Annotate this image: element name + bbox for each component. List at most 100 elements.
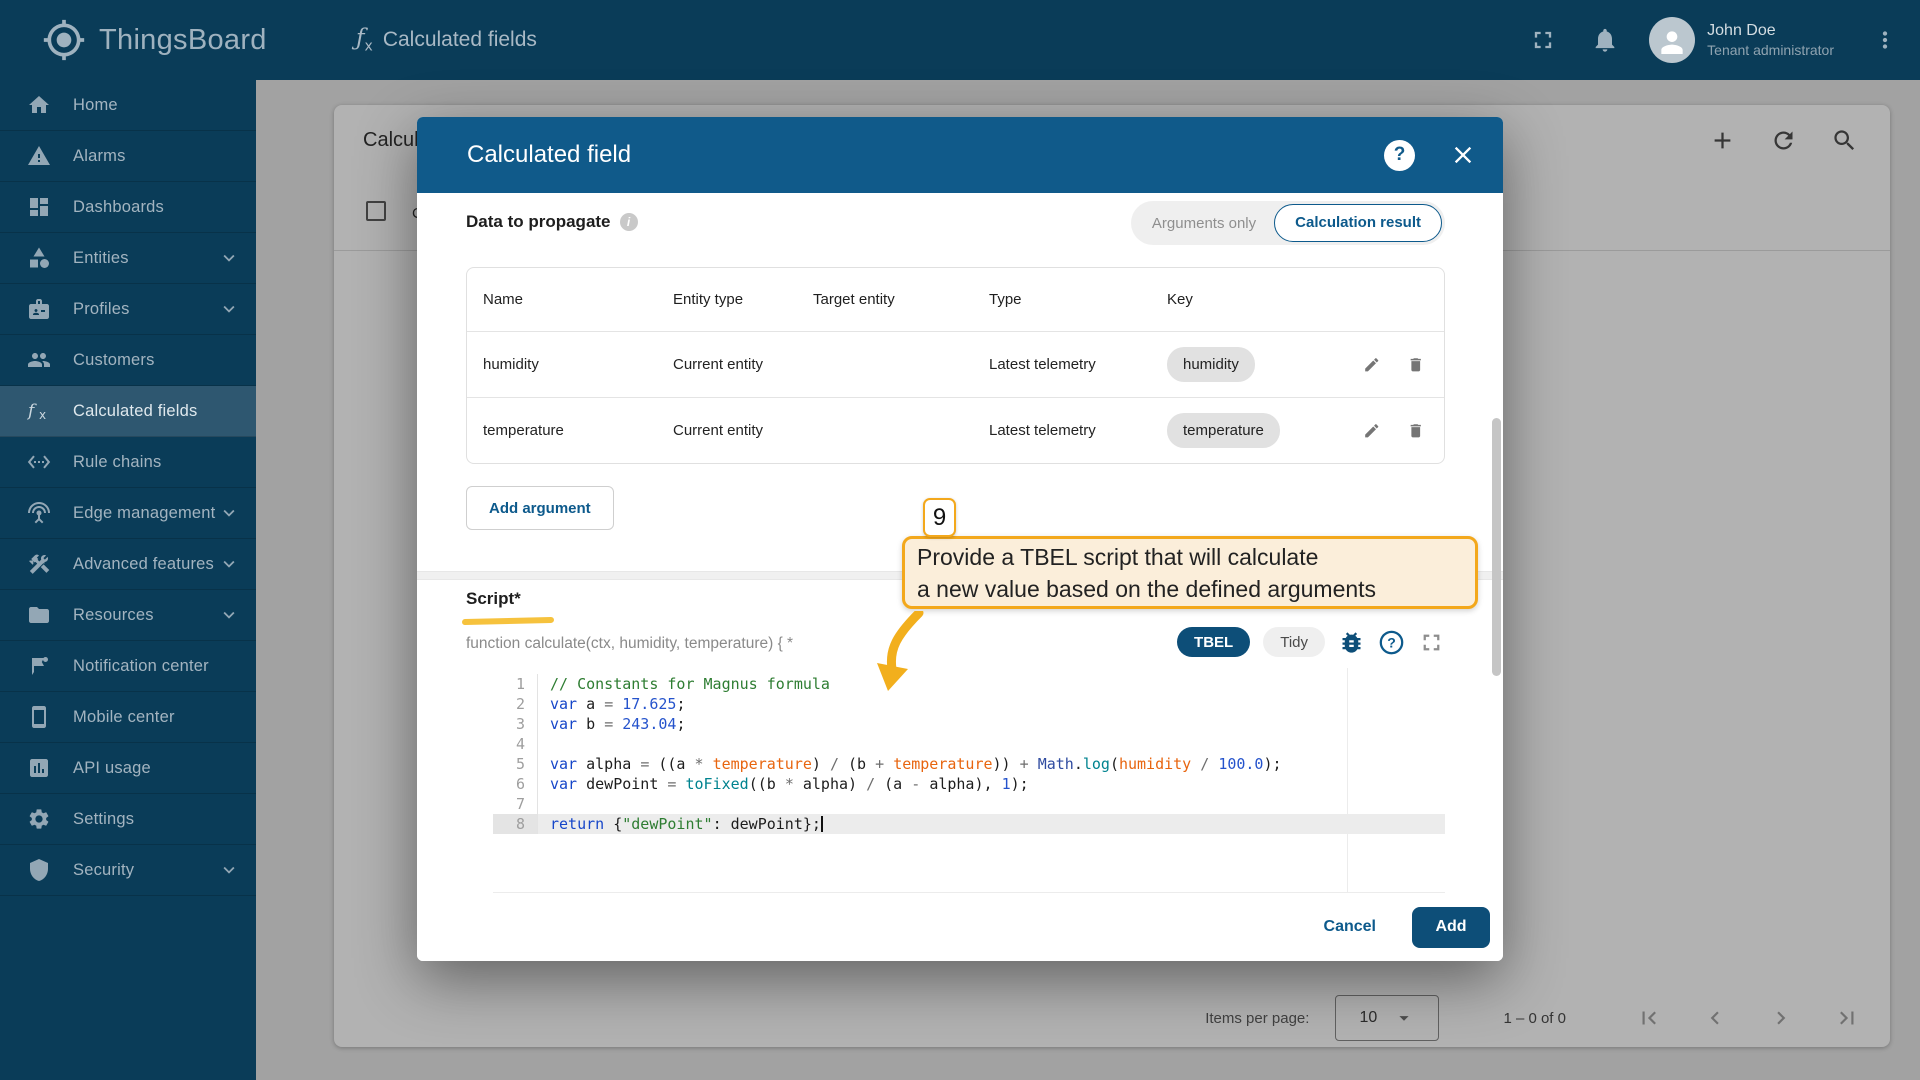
chevron-down-icon [218,859,240,881]
fx-icon: ƒx [356,25,373,55]
chevron-down-icon [218,502,240,524]
fx-icon: fx [27,399,51,423]
more-vert-icon[interactable] [1872,27,1898,53]
sidebar: Home Alarms Dashboards Entities Profiles Cust… [0,80,256,1080]
avatar[interactable] [1649,17,1695,63]
sidebar-item-profiles[interactable]: Profiles [0,284,256,335]
table-row: humidityCurrent entityLatest telemetryhu… [467,331,1444,397]
dashboards-icon [27,195,51,219]
argument-name: humidity [483,356,673,373]
sidebar-item-label: Mobile center [73,708,240,727]
svg-text:?: ? [1387,634,1396,650]
arguments-table-body: humidityCurrent entityLatest telemetryhu… [467,331,1444,463]
line-number: 1 [493,674,538,694]
sidebar-item-dashboards[interactable]: Dashboards [0,182,256,233]
sidebar-item-label: Profiles [73,300,218,319]
script-code-editor[interactable]: 1// Constants for Magnus formula2var a =… [493,668,1445,893]
sidebar-item-customers[interactable]: Customers [0,335,256,386]
chevron-down-icon [218,247,240,269]
customers-icon [27,348,51,372]
close-icon[interactable] [1449,141,1477,169]
add-argument-button[interactable]: Add argument [466,486,614,530]
sidebar-item-alarms[interactable]: Alarms [0,131,256,182]
sidebar-item-rule-chains[interactable]: Rule chains [0,437,256,488]
tutorial-arrow-icon [867,611,927,693]
delete-argument-button[interactable] [1407,422,1425,440]
argument-entity-type: Current entity [673,356,813,373]
line-number: 3 [493,714,538,734]
sidebar-item-label: Advanced features [73,555,218,574]
line-number: 5 [493,754,538,774]
fullscreen-icon[interactable] [1529,26,1557,54]
function-signature-hint: function calculate(ctx, humidity, temper… [466,635,793,653]
cancel-button[interactable]: Cancel [1310,910,1390,944]
sidebar-item-security[interactable]: Security [0,845,256,896]
debug-icon[interactable] [1338,629,1365,656]
script-label: Script* [466,589,521,609]
page-title: Calculated fields [383,28,537,52]
code-line: 6var dewPoint = toFixed((b * alpha) / (a… [493,774,1445,794]
thingsboard-logo-icon [42,18,86,62]
profiles-icon [27,297,51,321]
sidebar-item-home[interactable]: Home [0,80,256,131]
sidebar-item-label: Customers [73,351,240,370]
mobile-icon [27,705,51,729]
modal-scrollbar-thumb[interactable] [1492,418,1501,676]
code-line: 1// Constants for Magnus formula [493,674,1445,694]
sidebar-item-label: Settings [73,810,240,829]
toggle-arguments-only[interactable]: Arguments only [1134,215,1274,232]
tutorial-callout: Provide a TBEL script that will calculat… [902,536,1478,609]
sidebar-item-advanced-features[interactable]: Advanced features [0,539,256,590]
script-controls: TBEL Tidy ? [1177,627,1445,657]
arguments-table-header: Name Entity type Target entity Type Key [467,268,1444,331]
sidebar-item-api-usage[interactable]: API usage [0,743,256,794]
top-right-actions: John Doe Tenant administrator [1529,0,1920,80]
tutorial-step-badge: 9 [923,498,956,537]
screen: ThingsBoard ƒx Calculated fields John Do… [0,0,1920,1080]
rulechains-icon [27,450,51,474]
line-number: 6 [493,774,538,794]
sidebar-item-label: Edge management [73,504,218,523]
help-circle-icon[interactable]: ? [1378,629,1405,656]
dialog-help-button[interactable]: ? [1384,140,1415,171]
notifications-bell-icon[interactable] [1591,26,1619,54]
edit-argument-button[interactable] [1363,356,1381,374]
add-button[interactable]: Add [1412,907,1490,948]
user-block[interactable]: John Doe Tenant administrator [1707,20,1834,60]
thingsboard-logo[interactable]: ThingsBoard [42,0,267,80]
sidebar-item-calculated-fields[interactable]: fx Calculated fields [0,386,256,437]
sidebar-item-label: API usage [73,759,240,778]
tidy-button[interactable]: Tidy [1263,627,1325,657]
dialog-footer: Cancel Add [417,893,1503,961]
sidebar-item-resources[interactable]: Resources [0,590,256,641]
sidebar-item-settings[interactable]: Settings [0,794,256,845]
data-to-propagate-label: Data to propagate [466,212,611,232]
edit-argument-button[interactable] [1363,422,1381,440]
marker-underline [462,617,554,625]
breadcrumb: ƒx Calculated fields [356,0,537,80]
arguments-table: Name Entity type Target entity Type Key … [466,267,1445,464]
sidebar-item-label: Home [73,96,240,115]
sidebar-item-notification-center[interactable]: Notification center [0,641,256,692]
api-icon [27,756,51,780]
user-name: John Doe [1707,20,1834,42]
sidebar-item-label: Resources [73,606,218,625]
sidebar-item-label: Calculated fields [73,402,240,421]
sidebar-item-entities[interactable]: Entities [0,233,256,284]
key-chip: humidity [1167,347,1255,382]
argument-type: Latest telemetry [989,422,1167,439]
sidebar-item-mobile-center[interactable]: Mobile center [0,692,256,743]
line-number: 7 [493,794,538,814]
argument-entity-type: Current entity [673,422,813,439]
notification-icon [27,654,51,678]
sidebar-item-label: Dashboards [73,198,240,217]
toggle-calculation-result[interactable]: Calculation result [1274,204,1442,242]
code-line: 7 [493,794,1445,814]
sidebar-item-label: Notification center [73,657,240,676]
advanced-icon [27,552,51,576]
key-chip: temperature [1167,413,1280,448]
sidebar-item-edge-management[interactable]: Edge management [0,488,256,539]
expand-editor-icon[interactable] [1418,629,1445,656]
delete-argument-button[interactable] [1407,356,1425,374]
lang-tbel-button[interactable]: TBEL [1177,627,1250,657]
